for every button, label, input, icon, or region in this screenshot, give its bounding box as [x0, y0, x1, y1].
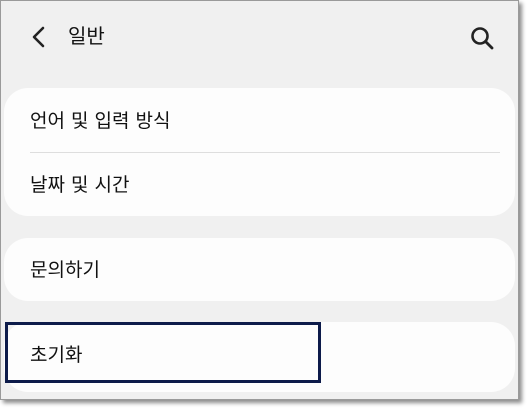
menu-item-label: 날짜 및 시간: [30, 174, 130, 196]
menu-item-contact-us[interactable]: 문의하기: [4, 238, 515, 301]
menu-item-label: 문의하기: [30, 259, 100, 281]
settings-group-3: 초기화: [4, 322, 515, 392]
app-header: 일반: [1, 1, 518, 73]
menu-item-reset[interactable]: 초기화: [4, 322, 515, 392]
search-icon: [471, 27, 494, 50]
chevron-left-icon: [32, 26, 45, 48]
settings-screen: 일반 언어 및 입력 방식 날짜 및 시간 문의하기 초기화: [0, 0, 519, 400]
search-button[interactable]: [469, 25, 495, 51]
back-button[interactable]: [25, 23, 53, 51]
menu-item-label: 언어 및 입력 방식: [30, 110, 171, 132]
settings-group-1: 언어 및 입력 방식 날짜 및 시간: [4, 88, 515, 216]
menu-item-date-time[interactable]: 날짜 및 시간: [4, 153, 515, 216]
page-title: 일반: [68, 24, 105, 48]
menu-item-language-input[interactable]: 언어 및 입력 방식: [4, 88, 515, 152]
settings-group-2: 문의하기: [4, 238, 515, 301]
menu-item-label: 초기화: [30, 344, 83, 366]
